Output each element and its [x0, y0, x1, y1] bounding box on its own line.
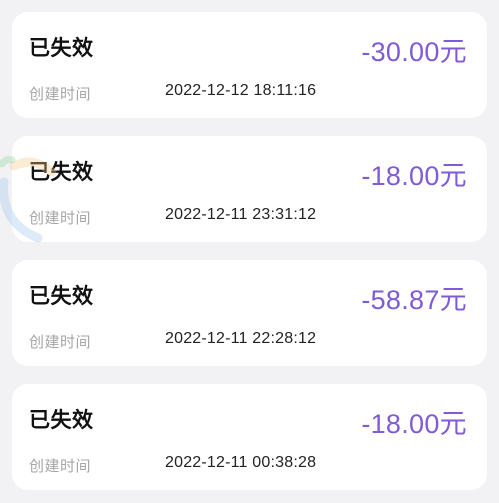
created-time-label: 创建时间: [29, 209, 92, 227]
record-amount: -18.00元: [361, 409, 467, 439]
record-card[interactable]: 已失效 -18.00元 创建时间 2022-12-11 00:38:28: [12, 384, 487, 490]
created-time-value: 2022-12-11 22:28:12: [165, 330, 317, 347]
record-amount: -30.00元: [361, 37, 467, 67]
record-status: 已失效: [29, 284, 94, 308]
record-amount: -58.87元: [361, 285, 467, 315]
record-status: 已失效: [29, 160, 94, 184]
record-card[interactable]: 已失效 -58.87元 创建时间 2022-12-11 22:28:12: [12, 260, 487, 366]
created-time-label: 创建时间: [29, 333, 92, 351]
created-time-value: 2022-12-12 18:11:16: [165, 82, 317, 99]
record-card[interactable]: 已失效 -30.00元 创建时间 2022-12-12 18:11:16: [12, 12, 487, 118]
record-amount: -18.00元: [361, 161, 467, 191]
record-status: 已失效: [29, 36, 94, 60]
created-time-label: 创建时间: [29, 85, 92, 103]
created-time-value: 2022-12-11 00:38:28: [165, 454, 317, 471]
created-time-value: 2022-12-11 23:31:12: [165, 206, 317, 223]
created-time-label: 创建时间: [29, 457, 92, 475]
record-list: 已失效 -30.00元 创建时间 2022-12-12 18:11:16 已失效…: [0, 0, 499, 503]
record-card[interactable]: 已失效 -18.00元 创建时间 2022-12-11 23:31:12: [12, 136, 487, 242]
record-status: 已失效: [29, 408, 94, 432]
